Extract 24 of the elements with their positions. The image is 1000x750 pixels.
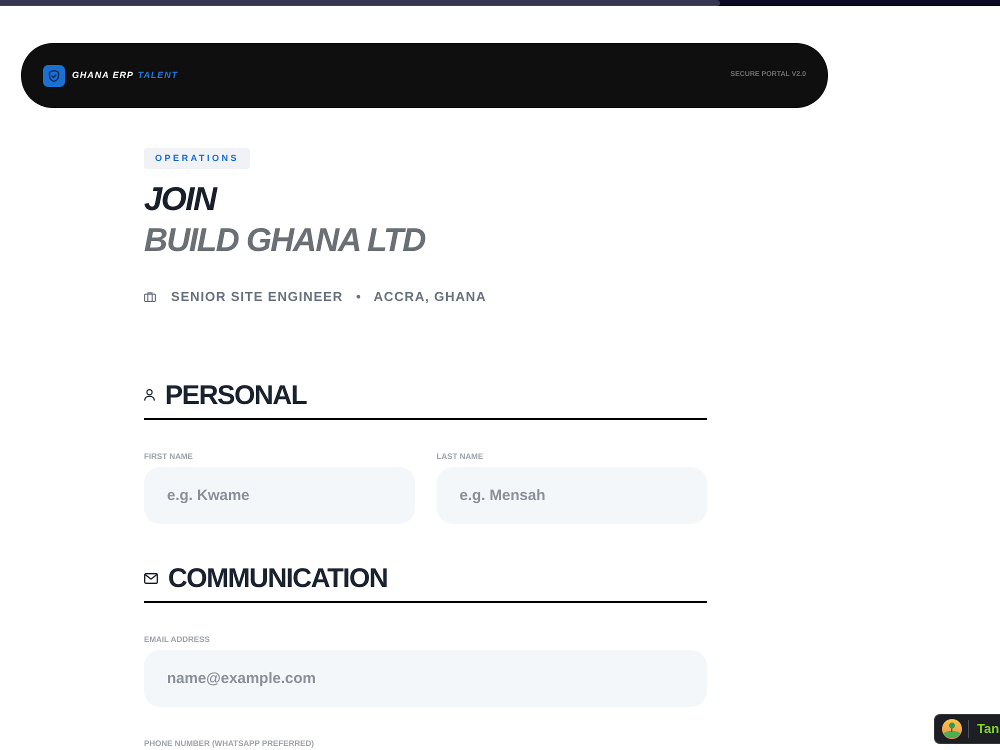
tree-icon xyxy=(942,719,962,739)
field-label: LAST NAME xyxy=(436,452,484,462)
input-field[interactable]: e.g. Kwame xyxy=(144,467,414,524)
shield-check-icon xyxy=(43,64,65,86)
field-label: PHONE NUMBER (WHATSAPP PREFERRED) xyxy=(144,739,314,749)
user-icon xyxy=(144,389,155,401)
input-field[interactable]: e.g. Mensah xyxy=(436,467,707,524)
floating-widget[interactable]: Tan xyxy=(934,714,1000,744)
separator-dot: • xyxy=(356,288,361,306)
mail-icon xyxy=(144,572,158,584)
department-badge: OPERATIONS xyxy=(144,148,250,169)
section-heading: PERSONAL xyxy=(165,379,306,411)
briefcase-icon xyxy=(144,292,156,302)
brand-name: GHANA ERP xyxy=(72,68,134,82)
input-field[interactable]: name@example.com xyxy=(144,650,707,707)
widget-label: Tan xyxy=(977,720,1000,738)
job-role: SENIOR SITE ENGINEER xyxy=(171,288,344,306)
field-label: FIRST NAME xyxy=(144,452,193,462)
job-location: ACCRA, GHANA xyxy=(374,288,486,306)
field-label: EMAIL ADDRESS xyxy=(144,635,210,645)
page-title: JOIN xyxy=(144,179,216,219)
brand-tag: TALENT xyxy=(138,68,178,82)
company-name: BUILD GHANA LTD xyxy=(144,220,425,260)
section-heading: COMMUNICATION xyxy=(168,562,388,594)
